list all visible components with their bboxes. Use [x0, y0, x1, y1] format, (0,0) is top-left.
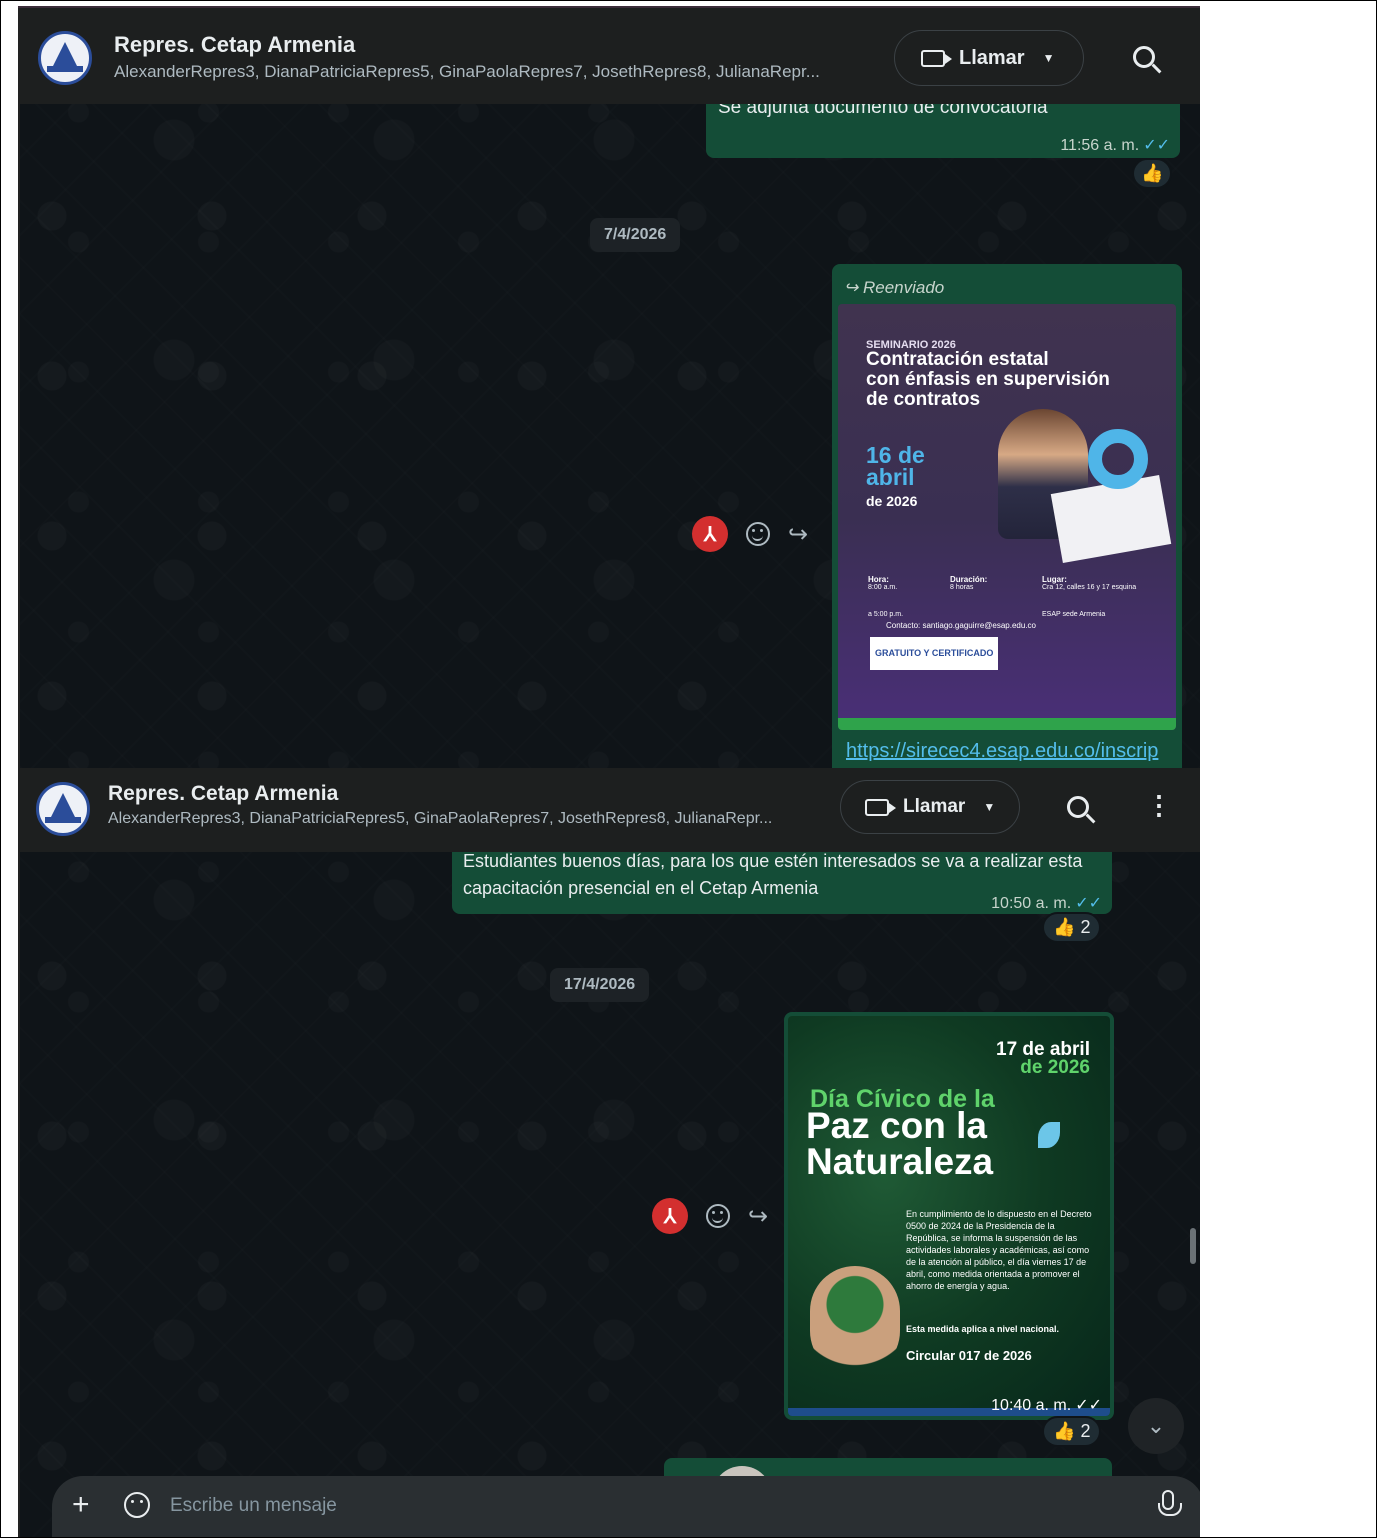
- poster-body: En cumplimiento de lo dispuesto en el De…: [906, 1209, 1092, 1291]
- scroll-to-bottom-button[interactable]: ⌄: [1128, 1398, 1184, 1454]
- poster-ring-shape: [1088, 429, 1148, 489]
- reaction-badge[interactable]: 👍 2: [1042, 912, 1102, 943]
- reaction-count: 2: [1080, 1421, 1091, 1441]
- date-separator: 17/4/2026: [550, 968, 650, 1002]
- poster-circular: Circular 017 de 2026: [906, 1348, 1032, 1363]
- poster-title-3: Naturaleza: [806, 1141, 994, 1182]
- poster-badge: GRATUITO Y CERTIFICADO: [870, 637, 999, 670]
- scrollbar-thumb[interactable]: [1190, 1228, 1196, 1264]
- thumbs-up-icon: 👍: [1053, 917, 1076, 937]
- poster-title-3: de contratos: [866, 389, 981, 410]
- message-input[interactable]: Escribe un mensaje: [170, 1495, 337, 1517]
- message-actions: ⅄ ↪: [652, 1198, 768, 1234]
- image-message[interactable]: 17 de abril de 2026 Día Cívico de la Paz…: [784, 1012, 1114, 1420]
- video-icon: [921, 49, 952, 67]
- thumbs-up-icon: 👍: [1141, 163, 1164, 183]
- message-actions: ⅄ ↪: [692, 516, 808, 552]
- poster-duracion-value: 8 horas: [950, 584, 974, 591]
- poster-hands-image: [810, 1266, 900, 1376]
- chat-members[interactable]: AlexanderRepres3, DianaPatriciaRepres5, …: [108, 810, 808, 828]
- forwarded-label: ↪ Reenviado: [844, 274, 944, 301]
- forwarded-text: Reenviado: [862, 278, 945, 297]
- esap-logo-icon: [53, 42, 77, 66]
- chat-title[interactable]: Repres. Cetap Armenia: [114, 32, 355, 58]
- message-time: 10:40 a. m. ✓✓: [991, 1392, 1102, 1419]
- poster-lugar-value: Cra 12, calles 16 y 17 esquina ESAP sede…: [1042, 584, 1137, 618]
- more-options-icon[interactable]: ⋮: [1146, 790, 1172, 821]
- pdf-icon[interactable]: ⅄: [652, 1198, 688, 1234]
- video-icon: [865, 798, 896, 816]
- poster-footer-bar: [838, 718, 1176, 730]
- chevron-down-icon: ▼: [1042, 51, 1055, 65]
- seminar-poster-image[interactable]: SEMINARIO 2026 Contratación estatal con …: [838, 304, 1176, 730]
- poster-contact: Contacto: santiago.gaguirre@esap.edu.co: [886, 621, 1036, 630]
- call-label: Llamar: [959, 46, 1025, 69]
- microphone-icon[interactable]: [1158, 1490, 1182, 1516]
- pdf-icon[interactable]: ⅄: [692, 516, 728, 552]
- call-label: Llamar: [903, 796, 966, 817]
- read-ticks-icon: ✓✓: [1075, 1397, 1102, 1414]
- chat-panel-bottom: Repres. Cetap Armenia AlexanderRepres3, …: [20, 768, 1200, 1538]
- message-time-text: 11:56 a. m.: [1060, 137, 1140, 154]
- message-time: 11:56 a. m. ✓✓: [1060, 132, 1170, 159]
- call-button[interactable]: Llamar ▼: [894, 30, 1084, 86]
- reaction-badge[interactable]: 👍: [1132, 158, 1173, 189]
- forward-icon[interactable]: ↪: [788, 520, 808, 549]
- poster-date-2: de 2026: [1020, 1057, 1090, 1078]
- forwarded-image-message[interactable]: ↪ Reenviado SEMINARIO 2026 Contratación …: [832, 264, 1182, 768]
- chevron-down-icon: ⌄: [1146, 1413, 1166, 1438]
- date-separator: 7/4/2026: [590, 218, 681, 252]
- poster-title-2: Paz con la: [806, 1105, 987, 1146]
- message-time-text: 10:50 a. m.: [991, 895, 1072, 912]
- search-icon[interactable]: [1133, 46, 1155, 68]
- esap-logo-bar: [47, 66, 83, 72]
- poster-date-small: de 2026: [866, 493, 918, 509]
- message-time-text: 10:40 a. m.: [991, 1397, 1072, 1414]
- read-ticks-icon: ✓✓: [1143, 137, 1170, 154]
- chevron-down-icon: ▼: [983, 800, 996, 814]
- call-button[interactable]: Llamar ▼: [840, 780, 1020, 834]
- forwarded-icon: ↪: [844, 278, 859, 297]
- reaction-count: 2: [1080, 917, 1091, 937]
- chat-members[interactable]: AlexanderRepres3, DianaPatriciaRepres5, …: [114, 62, 864, 82]
- reaction-badge[interactable]: 👍 2: [1042, 1416, 1102, 1447]
- forward-icon[interactable]: ↪: [748, 1202, 768, 1231]
- group-avatar[interactable]: [38, 31, 92, 85]
- chat-header: Repres. Cetap Armenia AlexanderRepres3, …: [20, 8, 1200, 104]
- read-ticks-icon: ✓✓: [1075, 895, 1102, 912]
- esap-logo-icon: [51, 793, 75, 817]
- message-text: Estudiantes buenos días, para los que es…: [463, 851, 1083, 898]
- poster-date-big-2: abril: [866, 464, 915, 490]
- message-bubble[interactable]: Estudiantes buenos días, para los que es…: [452, 848, 1112, 914]
- message-composer: + Escribe un mensaje: [52, 1476, 1200, 1538]
- attach-plus-icon[interactable]: +: [72, 1488, 90, 1522]
- search-icon[interactable]: [1067, 796, 1089, 818]
- poster-note: Esta medida aplica a nivel nacional.: [906, 1324, 1060, 1334]
- civic-day-poster-image[interactable]: 17 de abril de 2026 Día Cívico de la Paz…: [788, 1016, 1110, 1416]
- sticker-icon[interactable]: [124, 1492, 150, 1518]
- emoji-react-icon[interactable]: [746, 522, 770, 546]
- chat-title[interactable]: Repres. Cetap Armenia: [108, 782, 338, 806]
- butterfly-icon: [1038, 1122, 1060, 1148]
- emoji-react-icon[interactable]: [706, 1204, 730, 1228]
- thumbs-up-icon: 👍: [1053, 1421, 1076, 1441]
- chat-panel-top: Repres. Cetap Armenia AlexanderRepres3, …: [20, 8, 1200, 768]
- group-avatar[interactable]: [36, 782, 90, 836]
- esap-logo-bar: [45, 817, 81, 823]
- registration-link[interactable]: https://sirecec4.esap.edu.co/inscrip: [846, 738, 1158, 765]
- chat-header: Repres. Cetap Armenia AlexanderRepres3, …: [20, 768, 1200, 852]
